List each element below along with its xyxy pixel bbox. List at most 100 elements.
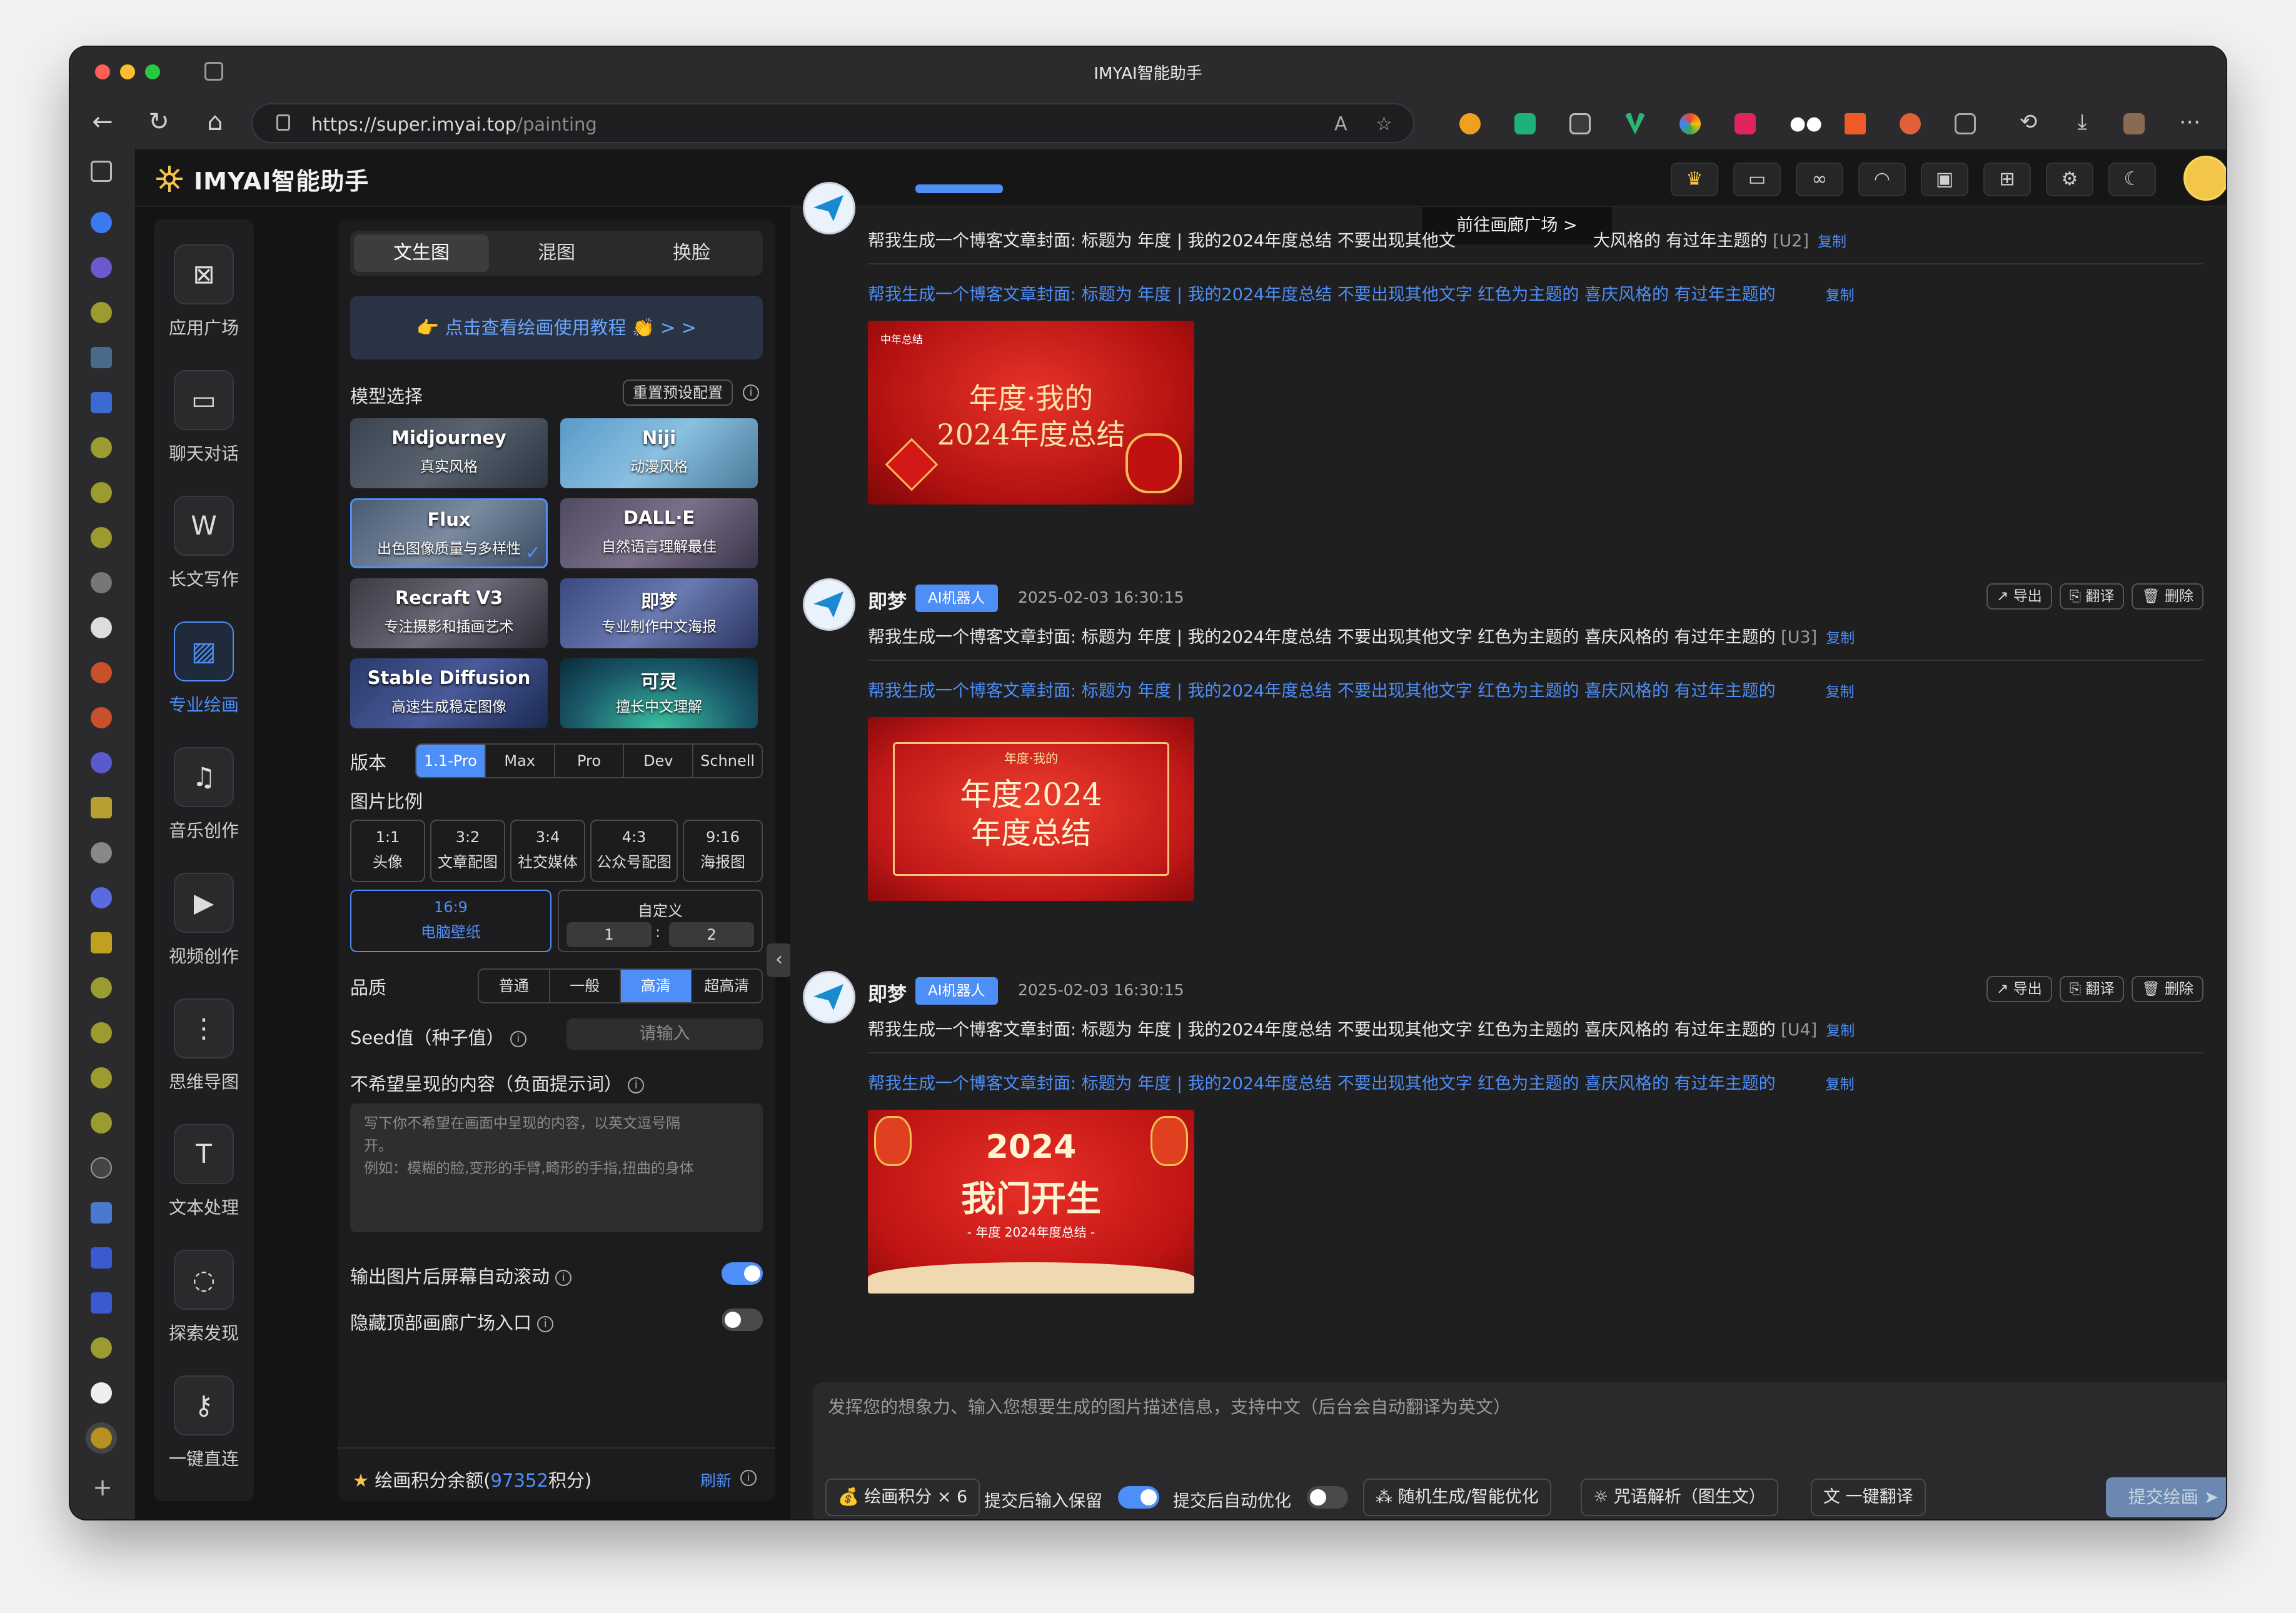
tab-favicon[interactable] <box>91 662 112 683</box>
version-option[interactable]: Pro <box>555 745 625 777</box>
nav-music[interactable]: ♫ 音乐创作 <box>154 747 254 872</box>
more-menu-icon[interactable]: ⋯ <box>2176 109 2203 134</box>
negative-prompt-textarea[interactable]: 写下你不希望在画面中呈现的内容，以英文逗号隔 开。 例如：模糊的脸,变形的手臂,… <box>350 1103 763 1232</box>
version-option[interactable]: Schnell <box>693 745 762 777</box>
tab-favicon[interactable] <box>91 1337 112 1359</box>
refresh-balance-link[interactable]: 刷新 <box>700 1469 732 1491</box>
quality-option[interactable]: 一般 <box>550 970 621 1002</box>
new-tab-plus-icon[interactable]: + <box>89 1475 116 1500</box>
nav-mindmap[interactable]: ⋮ 思维导图 <box>154 998 254 1123</box>
tab-favicon[interactable] <box>91 572 112 593</box>
version-option[interactable]: Max <box>486 745 555 777</box>
model-kling[interactable]: 可灵 擅长中文理解 <box>560 658 758 728</box>
tab-favicon[interactable] <box>91 842 112 863</box>
extension-icon[interactable] <box>1514 113 1536 134</box>
nav-direct[interactable]: ⚷ 一键直连 <box>154 1375 254 1500</box>
info-icon[interactable]: i <box>537 1316 554 1332</box>
tab-faceswap[interactable]: 换脸 <box>624 234 759 272</box>
ratio-option[interactable]: 3:2 文章配图 <box>430 820 505 882</box>
translate-button[interactable]: ⎘ 翻译 <box>2059 583 2125 610</box>
tab-favicon[interactable] <box>91 707 112 728</box>
export-button[interactable]: ↗ 导出 <box>1986 976 2052 1002</box>
auto-optimize-toggle[interactable] <box>1307 1486 1348 1509</box>
ratio-option-selected[interactable]: 16:9 电脑壁纸 <box>350 890 551 952</box>
info-icon[interactable]: i <box>555 1270 572 1286</box>
delete-button[interactable]: 🗑 删除 <box>2132 976 2203 1002</box>
one-click-translate-button[interactable]: 文 一键翻译 <box>1811 1479 1926 1516</box>
ratio-option[interactable]: 1:1 头像 <box>350 820 425 882</box>
tab-favicon[interactable] <box>91 977 112 998</box>
nav-app-square[interactable]: ⊠ 应用广场 <box>154 244 254 369</box>
random-generate-button[interactable]: ⁂ 随机生成/智能优化 <box>1363 1479 1551 1516</box>
tab-favicon[interactable] <box>91 1022 112 1043</box>
info-icon[interactable]: i <box>510 1031 526 1047</box>
tab-favicon[interactable] <box>91 1382 112 1404</box>
medium-extension-icon[interactable]: ●● <box>1790 113 1822 134</box>
back-icon[interactable]: ← <box>89 109 116 134</box>
read-aloud-icon[interactable]: A <box>1334 113 1347 135</box>
hide-gallery-toggle[interactable] <box>722 1309 763 1331</box>
favorite-star-icon[interactable]: ☆ <box>1376 113 1392 135</box>
ratio-option[interactable]: 4:3 公众号配图 <box>590 820 678 882</box>
version-option[interactable]: Dev <box>624 745 694 777</box>
prompt-input[interactable]: 发挥您的想象力、输入您想要生成的图片描述信息，支持中文（后台会自动翻译为英文） <box>828 1394 1511 1419</box>
reset-preset-button[interactable]: 重置预设配置 <box>623 379 733 406</box>
tab-favicon[interactable] <box>91 482 112 503</box>
seed-input[interactable]: 请输入 <box>566 1018 763 1050</box>
home-icon[interactable]: ⌂ <box>201 109 229 134</box>
nav-chat[interactable]: ▭ 聊天对话 <box>154 370 254 495</box>
model-recraft[interactable]: Recraft V3 专注摄影和插画艺术 <box>350 578 548 648</box>
history-icon[interactable]: ⟲ <box>2015 109 2042 134</box>
extensions-puzzle-icon[interactable] <box>1955 113 1976 134</box>
info-icon[interactable]: i <box>740 1470 757 1486</box>
nav-text[interactable]: T 文本处理 <box>154 1124 254 1249</box>
version-option[interactable]: 1.1-Pro <box>416 745 486 777</box>
quality-option[interactable]: 普通 <box>479 970 550 1002</box>
nav-long-writing[interactable]: W 长文写作 <box>154 496 254 621</box>
autoscroll-toggle[interactable] <box>722 1262 763 1285</box>
tab-favicon[interactable] <box>91 1112 112 1133</box>
tab-favicon[interactable] <box>91 347 112 368</box>
ratio-option[interactable]: 3:4 社交媒体 <box>510 820 585 882</box>
spell-parse-button[interactable]: ☼ 咒语解析（图生文） <box>1581 1479 1778 1516</box>
profile-avatar[interactable] <box>2123 113 2145 134</box>
nav-painting[interactable]: ▨ 专业绘画 <box>154 621 254 746</box>
vue-extension-icon[interactable] <box>1624 113 1646 134</box>
delete-button[interactable]: 🗑 删除 <box>2132 583 2203 610</box>
tab-favicon[interactable] <box>91 212 112 233</box>
tab-blend[interactable]: 混图 <box>489 234 624 272</box>
github-tab-icon[interactable] <box>91 617 112 638</box>
info-icon[interactable]: i <box>743 384 759 401</box>
extension-icon[interactable] <box>1900 113 1921 134</box>
model-jimeng[interactable]: 即梦 专业制作中文海报 <box>560 578 758 648</box>
generated-image[interactable]: 中年总结 年度·我的 2024年度总结 <box>868 321 1194 505</box>
tab-favicon[interactable] <box>91 527 112 548</box>
tab-favicon[interactable] <box>91 1202 112 1224</box>
info-icon[interactable]: i <box>628 1077 645 1093</box>
tab-text-to-image[interactable]: 文生图 <box>354 234 489 272</box>
download-icon[interactable]: ⤓ <box>2068 109 2096 134</box>
generated-image[interactable]: 2024 我门开生 - 年度 2024年度总结 - <box>868 1110 1194 1294</box>
extension-icon[interactable] <box>1735 113 1756 134</box>
copy-link[interactable]: 复制 <box>1826 684 1855 700</box>
tab-favicon[interactable] <box>91 887 112 908</box>
tab-favicon[interactable] <box>91 932 112 953</box>
translate-button[interactable]: ⎘ 翻译 <box>2059 976 2125 1002</box>
copy-link[interactable]: 复制 <box>1826 630 1855 646</box>
quality-option[interactable]: 超高清 <box>692 970 762 1002</box>
reload-icon[interactable]: ↻ <box>145 109 173 134</box>
keep-input-toggle[interactable] <box>1118 1486 1159 1509</box>
nav-video[interactable]: ▶ 视频创作 <box>154 873 254 998</box>
copy-link[interactable]: 复制 <box>1826 1023 1855 1039</box>
active-tab-favicon[interactable] <box>91 1427 112 1449</box>
extension-icon[interactable] <box>1459 113 1481 134</box>
tab-favicon[interactable] <box>91 392 112 413</box>
tab-favicon[interactable] <box>91 797 112 818</box>
sidebar-toggle-icon[interactable] <box>91 161 112 182</box>
copy-link[interactable]: 复制 <box>1818 234 1846 250</box>
copy-link[interactable]: 复制 <box>1826 1077 1855 1093</box>
ratio-option[interactable]: 9:16 海报图 <box>683 820 763 882</box>
tab-favicon[interactable] <box>91 1157 112 1178</box>
tab-favicon[interactable] <box>91 257 112 278</box>
nav-explore[interactable]: ◌ 探索发现 <box>154 1250 254 1375</box>
